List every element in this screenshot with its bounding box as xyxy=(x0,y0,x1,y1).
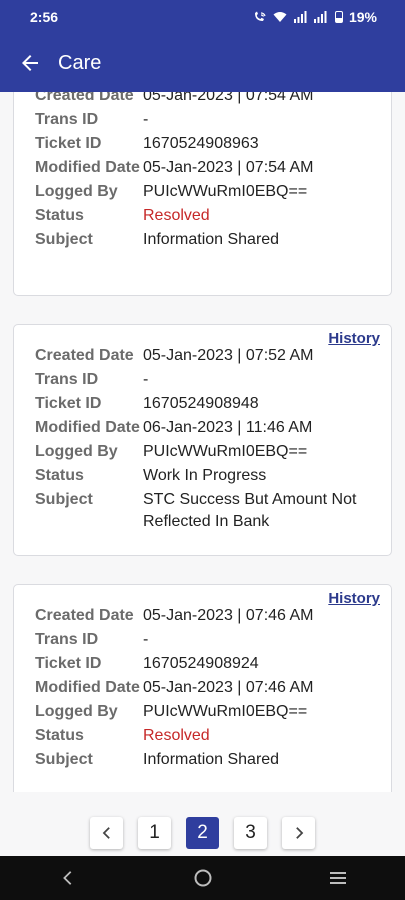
subject-value: STC Success But Amount Not Reflected In … xyxy=(143,491,357,530)
ticket-id-value: 1670524908924 xyxy=(143,655,259,672)
battery-icon xyxy=(334,11,343,23)
arrow-left-icon xyxy=(22,55,38,71)
status-label: Status xyxy=(35,467,84,484)
wifi-calling-icon xyxy=(254,11,266,21)
trans-id-value: - xyxy=(143,111,149,128)
modified-date-value: 05-Jan-2023 | 07:54 AM xyxy=(143,159,314,176)
status-bar: 2:56 19% xyxy=(0,0,405,34)
trans-id-value: - xyxy=(143,371,149,388)
logged-by-label: Logged By xyxy=(35,183,118,200)
chevron-left-icon xyxy=(102,827,110,839)
modified-date-label: Modified Date xyxy=(35,679,140,696)
next-page-button[interactable] xyxy=(282,817,315,849)
page-title: Care xyxy=(58,51,102,74)
subject-label: Subject xyxy=(35,231,93,248)
created-date-label: Created Date xyxy=(35,92,134,104)
ticket-id-label: Ticket ID xyxy=(35,395,102,412)
home-nav-icon xyxy=(194,869,211,887)
ticket-id-label: Ticket ID xyxy=(35,135,102,152)
page-button-1[interactable]: 1 xyxy=(138,817,171,849)
logged-by-value: PUIcWWuRmI0EBQ== xyxy=(143,443,308,460)
screen: 2:56 19% Care Created Date 05-Jan-2023 |… xyxy=(0,0,405,900)
created-date-value: 05-Jan-2023 | 07:54 AM xyxy=(143,92,314,104)
logged-by-label: Logged By xyxy=(35,703,118,720)
system-nav-bar xyxy=(0,856,405,900)
prev-page-button[interactable] xyxy=(90,817,123,849)
status-value: Resolved xyxy=(143,207,210,224)
created-date-label: Created Date xyxy=(35,607,134,624)
back-nav-icon xyxy=(62,871,71,885)
ticket-id-label: Ticket ID xyxy=(35,655,102,672)
page-button-3[interactable]: 3 xyxy=(234,817,267,849)
status-value: Resolved xyxy=(143,727,210,744)
wifi-icon xyxy=(273,12,287,22)
subject-value: Information Shared xyxy=(143,751,280,768)
created-date-label: Created Date xyxy=(35,347,134,364)
chevron-right-icon xyxy=(295,827,303,839)
modified-date-value: 06-Jan-2023 | 11:46 AM xyxy=(143,419,313,436)
nav-recents-button[interactable] xyxy=(318,858,358,898)
nav-home-button[interactable] xyxy=(183,858,223,898)
modified-date-value: 05-Jan-2023 | 07:46 AM xyxy=(143,679,314,696)
ticket-card: History Created Date 05-Jan-2023 | 07:46… xyxy=(13,584,392,792)
back-button[interactable] xyxy=(14,47,46,79)
modified-date-label: Modified Date xyxy=(35,159,140,176)
ticket-list[interactable]: History Created Date 05-Jan-2023 | 07:54… xyxy=(0,92,405,792)
ticket-id-value: 1670524908963 xyxy=(143,135,259,152)
created-date-value: 05-Jan-2023 | 07:46 AM xyxy=(143,607,314,624)
logged-by-value: PUIcWWuRmI0EBQ== xyxy=(143,183,308,200)
status-value: Work In Progress xyxy=(143,467,267,484)
logged-by-value: PUIcWWuRmI0EBQ== xyxy=(143,703,308,720)
subject-value: Information Shared xyxy=(143,231,280,248)
page-button-2[interactable]: 2 xyxy=(186,817,219,849)
trans-id-value: - xyxy=(143,631,149,648)
nav-back-button[interactable] xyxy=(48,858,88,898)
signal-icon xyxy=(313,11,327,23)
recents-nav-icon xyxy=(329,872,346,884)
status-label: Status xyxy=(35,727,84,744)
trans-id-label: Trans ID xyxy=(35,631,99,648)
ticket-card: History Created Date 05-Jan-2023 | 07:54… xyxy=(13,92,392,296)
subject-label: Subject xyxy=(35,491,93,508)
signal-icon xyxy=(293,11,307,23)
trans-id-label: Trans ID xyxy=(35,371,99,388)
logged-by-label: Logged By xyxy=(35,443,118,460)
subject-label: Subject xyxy=(35,751,93,768)
modified-date-label: Modified Date xyxy=(35,419,140,436)
status-label: Status xyxy=(35,207,84,224)
created-date-value: 05-Jan-2023 | 07:52 AM xyxy=(143,347,314,364)
battery-percent: 19% xyxy=(348,9,377,25)
pagination: 1 2 3 xyxy=(0,810,405,856)
app-bar: Care xyxy=(0,34,405,92)
status-icons: 19% xyxy=(253,9,377,25)
trans-id-label: Trans ID xyxy=(35,111,99,128)
status-time: 2:56 xyxy=(30,9,59,25)
ticket-card: History Created Date 05-Jan-2023 | 07:52… xyxy=(13,324,392,556)
ticket-id-value: 1670524908948 xyxy=(143,395,259,412)
